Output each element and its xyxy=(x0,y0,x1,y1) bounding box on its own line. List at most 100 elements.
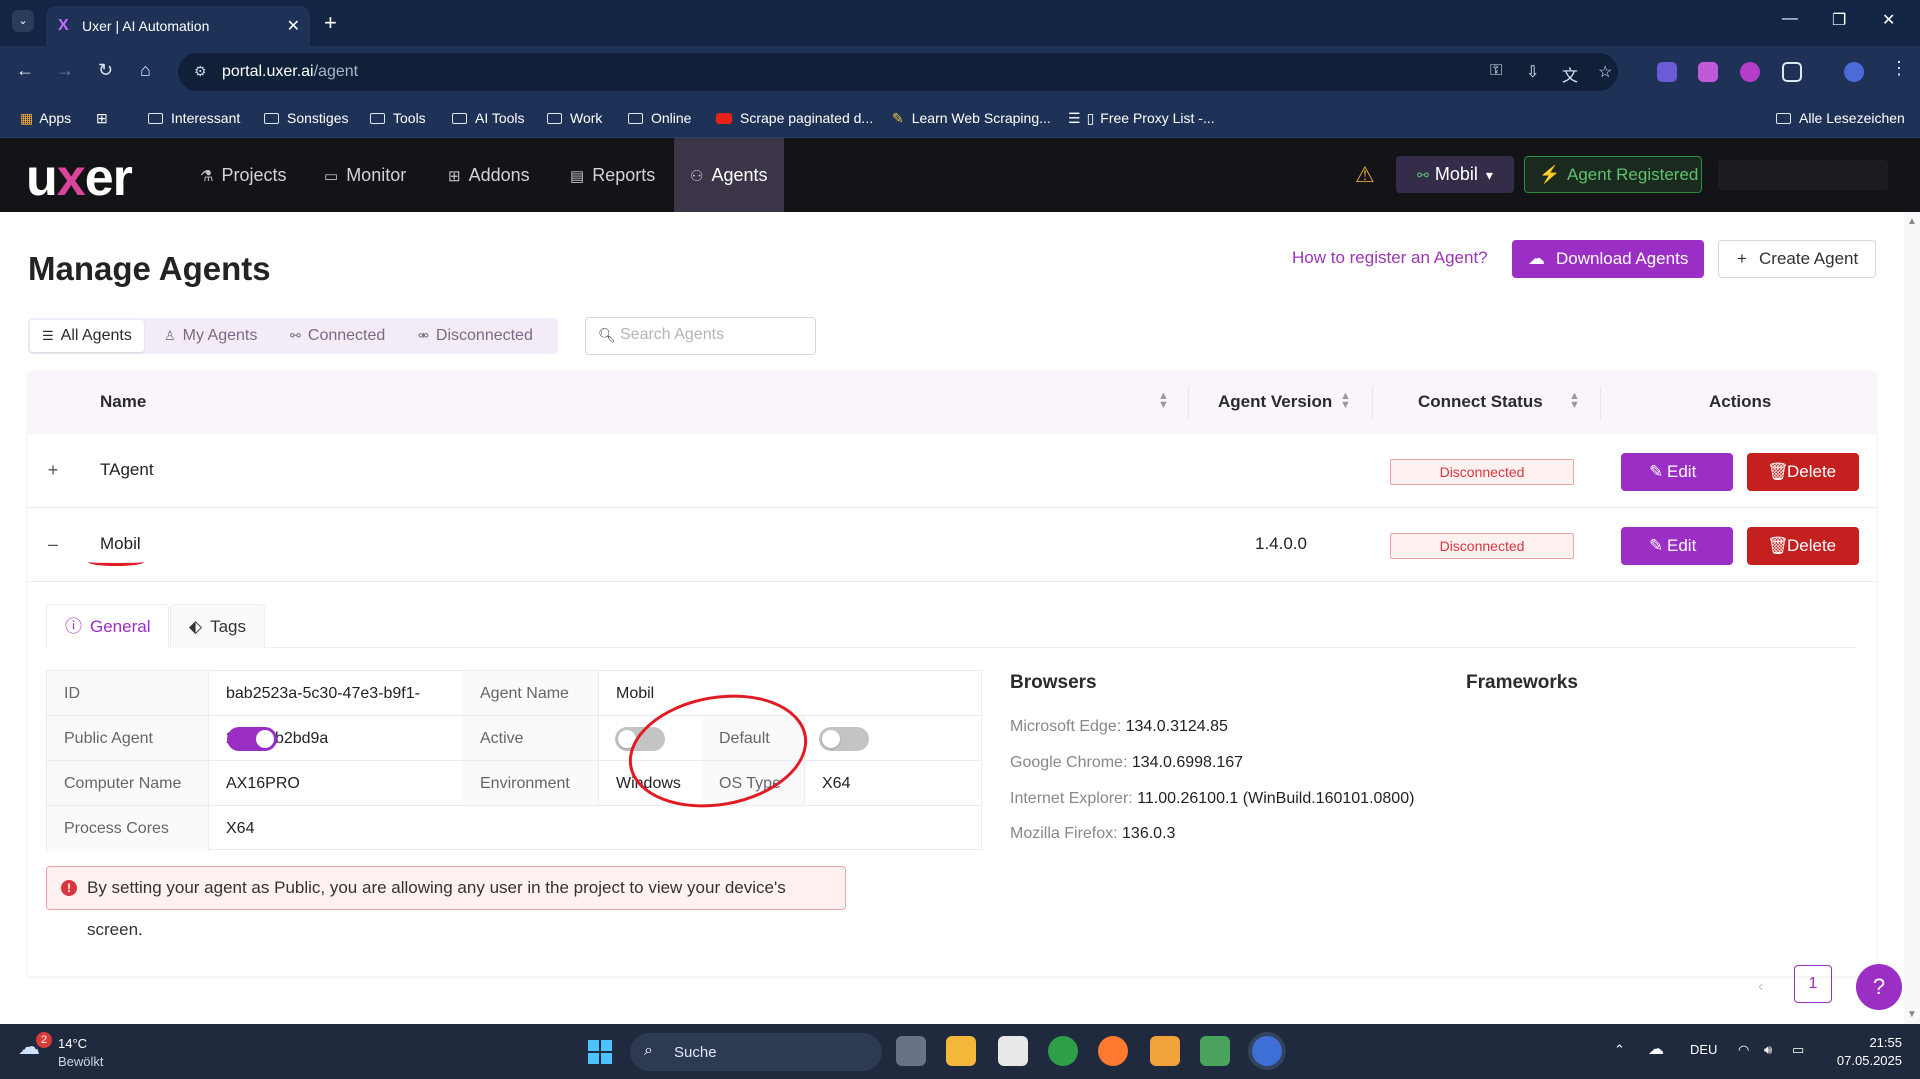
id-label: ID xyxy=(47,671,209,716)
maximize-icon[interactable]: ❐ xyxy=(1832,10,1846,30)
bookmark-learn-scraping[interactable]: ✎ Learn Web Scraping... xyxy=(892,110,1051,127)
public-agent-toggle[interactable] xyxy=(227,727,277,751)
extension-icon[interactable] xyxy=(1698,62,1718,82)
help-button[interactable]: ? xyxy=(1856,964,1902,1010)
system-clock[interactable]: 21:55 07.05.2025 xyxy=(1832,1034,1902,1070)
flask-icon: ⚗ xyxy=(200,168,214,185)
site-info-icon[interactable]: ⚙ xyxy=(194,63,207,80)
bookmark-folder-tools[interactable]: Tools xyxy=(370,110,426,126)
nav-addons[interactable]: ⊞ Addons xyxy=(434,138,544,212)
bookmark-folder-interessant[interactable]: Interessant xyxy=(148,110,240,126)
filter-all-agents[interactable]: ☰ All Agents xyxy=(30,320,144,352)
nav-agents[interactable]: ⚇ Agents xyxy=(674,138,784,212)
process-cores-label: Process Cores xyxy=(47,806,209,851)
agent-details-grid: ID bab2523a-5c30-47e3-b9f1-215f51b2bd9a … xyxy=(46,670,982,851)
browser-tab[interactable]: X Uxer | AI Automation ✕ xyxy=(46,6,310,46)
agent-registered-status[interactable]: ⚡ Agent Registered xyxy=(1524,156,1702,193)
column-name[interactable]: Name xyxy=(100,392,146,412)
sort-icon[interactable]: ▲ ▼ xyxy=(1158,391,1169,411)
page-scrollbar[interactable]: ▲ ▼ xyxy=(1904,212,1920,1024)
bookmark-scrape[interactable]: Scrape paginated d... xyxy=(716,110,873,126)
user-profile-menu[interactable] xyxy=(1718,160,1888,190)
task-view-icon[interactable] xyxy=(896,1036,926,1066)
install-app-icon[interactable]: ⇩ xyxy=(1526,62,1539,82)
forward-icon[interactable]: → xyxy=(56,60,74,81)
previous-page-icon[interactable]: ‹ xyxy=(1758,978,1763,996)
url-field[interactable]: ⚙ portal.uxer.ai/agent ⚿ ⇩ 文 ☆ xyxy=(178,53,1618,91)
wifi-icon[interactable]: ◠ xyxy=(1738,1042,1749,1058)
scroll-up-icon[interactable]: ▲ xyxy=(1907,216,1917,227)
sort-icon[interactable]: ▲ ▼ xyxy=(1569,391,1580,411)
default-toggle[interactable] xyxy=(819,727,869,751)
process-cores-value: X64 xyxy=(226,820,255,837)
onedrive-cloud-icon[interactable]: ☁ xyxy=(1648,1039,1664,1059)
app-icon[interactable] xyxy=(1200,1036,1230,1066)
filter-connected[interactable]: ⚯ Connected xyxy=(278,320,397,352)
minimize-icon[interactable]: — xyxy=(1782,10,1798,28)
extension-icon[interactable] xyxy=(1740,62,1760,82)
battery-icon[interactable]: ▭ xyxy=(1792,1042,1804,1058)
extension-icon[interactable] xyxy=(1657,62,1677,82)
language-indicator[interactable]: DEU xyxy=(1690,1042,1717,1057)
bookmark-folder-work[interactable]: Work xyxy=(547,110,602,126)
nav-projects[interactable]: ⚗ Projects xyxy=(186,138,300,212)
chrome-icon[interactable] xyxy=(1048,1036,1078,1066)
password-key-icon[interactable]: ⚿ xyxy=(1490,62,1502,80)
bookmark-folder-online[interactable]: Online xyxy=(628,110,691,126)
reload-icon[interactable]: ↻ xyxy=(98,60,113,81)
nav-reports[interactable]: ▤ Reports xyxy=(556,138,669,212)
tab-general[interactable]: ⓘ General xyxy=(46,604,170,648)
taskbar-search[interactable]: ⌕ Suche xyxy=(630,1033,882,1071)
windows-start-icon[interactable] xyxy=(588,1040,612,1064)
uxer-logo[interactable]: uxer xyxy=(26,148,133,208)
chrome-active-icon[interactable] xyxy=(1252,1036,1282,1066)
bookmark-folder-ai-tools[interactable]: AI Tools xyxy=(452,110,525,126)
tab-search-icon[interactable]: ⌄ xyxy=(12,10,34,32)
bookmark-apps[interactable]: ▦ Apps xyxy=(20,110,71,127)
expand-row-icon[interactable]: + xyxy=(46,460,60,481)
sort-icon[interactable]: ▲ ▼ xyxy=(1340,391,1351,411)
bookmark-all[interactable]: Alle Lesezeichen xyxy=(1776,110,1905,126)
public-agent-label: Public Agent xyxy=(47,716,209,761)
firefox-icon[interactable] xyxy=(1098,1036,1128,1066)
search-icon: 🔍︎ xyxy=(598,327,616,343)
file-explorer-icon[interactable] xyxy=(946,1036,976,1066)
page-number-button[interactable]: 1 xyxy=(1794,965,1832,1003)
new-tab-icon[interactable]: + xyxy=(324,10,337,36)
report-icon: ▤ xyxy=(570,168,585,185)
bookmark-grid-icon[interactable]: ⊞ xyxy=(96,110,108,127)
app-icon[interactable] xyxy=(998,1036,1028,1066)
search-input[interactable] xyxy=(620,326,800,344)
delete-button[interactable]: 🗑︎ Delete xyxy=(1747,453,1859,491)
warning-icon[interactable]: ⚠ xyxy=(1355,162,1375,188)
tray-overflow-icon[interactable]: ⌃ xyxy=(1614,1042,1625,1058)
nav-monitor[interactable]: ▭ Monitor xyxy=(310,138,420,212)
tab-tags[interactable]: ⬖ Tags xyxy=(170,604,265,648)
extensions-puzzle-icon[interactable] xyxy=(1782,62,1802,82)
bookmark-folder-sonstiges[interactable]: Sonstiges xyxy=(264,110,348,126)
browser-menu-icon[interactable]: ⋮ xyxy=(1890,58,1908,79)
scroll-down-icon[interactable]: ▼ xyxy=(1907,1009,1917,1020)
column-connect-status[interactable]: Connect Status xyxy=(1418,392,1543,412)
download-agents-button[interactable]: ☁ Download Agents xyxy=(1512,240,1704,278)
collapse-row-icon[interactable]: – xyxy=(46,534,60,555)
column-agent-version[interactable]: Agent Version xyxy=(1218,392,1332,412)
close-window-icon[interactable]: ✕ xyxy=(1882,10,1895,30)
bookmark-star-icon[interactable]: ☆ xyxy=(1598,62,1612,82)
edit-button[interactable]: ✎ Edit xyxy=(1621,453,1733,491)
mail-app-icon[interactable] xyxy=(1150,1036,1180,1066)
profile-avatar-icon[interactable] xyxy=(1844,62,1864,82)
create-agent-button[interactable]: + Create Agent xyxy=(1718,240,1876,278)
delete-button[interactable]: 🗑︎ Delete xyxy=(1747,527,1859,565)
edit-button[interactable]: ✎ Edit xyxy=(1621,527,1733,565)
bookmark-proxy-list[interactable]: ☰ ▯ Free Proxy List -... xyxy=(1068,110,1215,127)
close-tab-icon[interactable]: ✕ xyxy=(287,16,300,36)
how-to-register-link[interactable]: How to register an Agent? xyxy=(1292,248,1488,268)
volume-icon[interactable]: 🔊︎ xyxy=(1764,1042,1772,1058)
agent-selector-dropdown[interactable]: ⚯ Mobil ▾ xyxy=(1396,156,1514,193)
filter-disconnected[interactable]: ⚮ Disconnected xyxy=(406,320,545,352)
filter-my-agents[interactable]: ♙ My Agents xyxy=(152,320,269,352)
translate-icon[interactable]: 文 xyxy=(1562,62,1578,86)
home-icon[interactable]: ⌂ xyxy=(140,60,151,81)
back-icon[interactable]: ← xyxy=(16,60,34,81)
